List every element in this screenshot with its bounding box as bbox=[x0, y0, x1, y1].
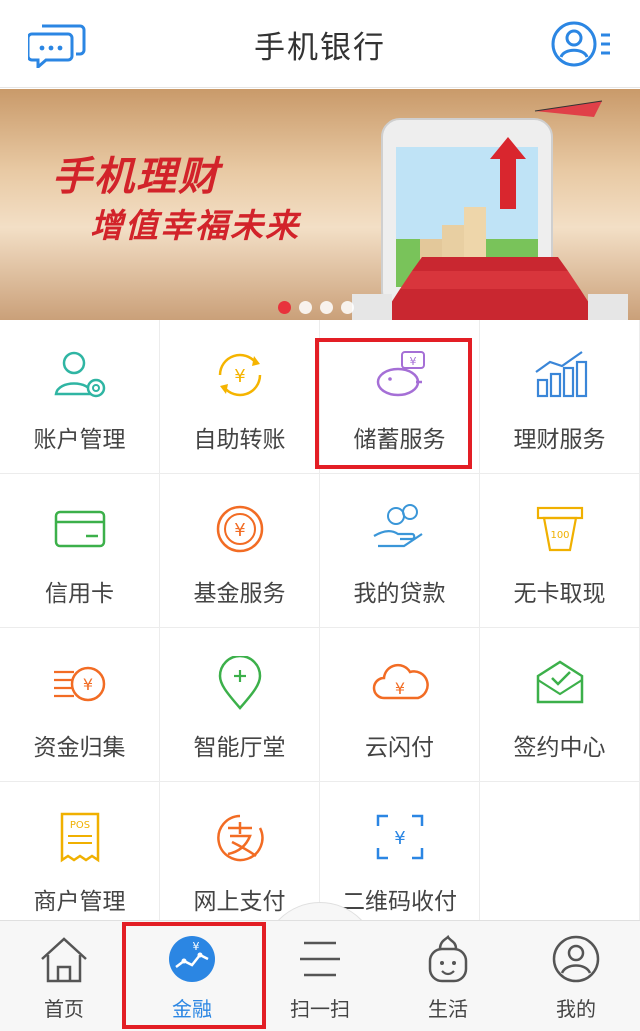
location-pin-icon bbox=[218, 656, 262, 710]
nav-scan[interactable]: 扫一扫 bbox=[256, 921, 384, 1031]
nav-label: 金融 bbox=[172, 997, 212, 1021]
qr-yuan-icon: ¥ bbox=[376, 814, 424, 860]
nav-life[interactable]: 生活 bbox=[384, 921, 512, 1031]
piggy-bank-icon: ¥ bbox=[376, 351, 425, 397]
bar-chart-icon bbox=[535, 351, 588, 398]
service-label: 云闪付 bbox=[365, 735, 434, 761]
empty-cell bbox=[480, 782, 640, 936]
envelope-check-icon bbox=[536, 660, 584, 704]
service-self-transfer[interactable]: ¥ 自助转账 bbox=[160, 320, 320, 474]
banner-dot-2[interactable] bbox=[299, 301, 312, 314]
svg-text:¥: ¥ bbox=[395, 679, 405, 698]
credit-card-icon bbox=[54, 510, 106, 548]
svg-text:¥: ¥ bbox=[234, 520, 245, 541]
service-credit-card[interactable]: 信用卡 bbox=[0, 474, 160, 628]
nav-label: 生活 bbox=[428, 997, 468, 1021]
nav-home[interactable]: 首页 bbox=[0, 921, 128, 1031]
nav-label: 扫一扫 bbox=[290, 997, 350, 1021]
service-fund[interactable]: ¥ 基金服务 bbox=[160, 474, 320, 628]
top-bar: 手机银行 bbox=[0, 0, 640, 88]
home-icon bbox=[41, 937, 87, 983]
phone-stairs-illustration bbox=[352, 100, 628, 320]
banner-subline: 增值幸福未来 bbox=[90, 206, 300, 245]
service-savings[interactable]: ¥ 储蓄服务 bbox=[320, 320, 480, 474]
service-label: 智能厅堂 bbox=[193, 735, 286, 761]
pos-receipt-icon: POS bbox=[60, 812, 100, 863]
service-label: 自助转账 bbox=[193, 427, 286, 453]
service-funds-collection[interactable]: ¥ 资金归集 bbox=[0, 628, 160, 782]
banner-dot-1[interactable] bbox=[278, 301, 291, 314]
life-face-icon bbox=[428, 935, 468, 983]
user-menu-icon[interactable] bbox=[550, 18, 616, 70]
service-label: 签约中心 bbox=[513, 735, 606, 761]
alipay-icon bbox=[217, 814, 264, 862]
svg-text:¥: ¥ bbox=[394, 828, 405, 849]
service-wealth[interactable]: 理财服务 bbox=[480, 320, 640, 474]
service-cardless-withdrawal[interactable]: 100 无卡取现 bbox=[480, 474, 640, 628]
banner-dot-4[interactable] bbox=[341, 301, 354, 314]
nav-label: 首页 bbox=[44, 997, 84, 1021]
profile-icon bbox=[552, 935, 600, 983]
service-label: 账户管理 bbox=[33, 427, 126, 453]
cash-note-icon: 100 bbox=[536, 506, 584, 552]
service-label: 我的贷款 bbox=[353, 581, 446, 607]
hand-coins-icon bbox=[373, 504, 423, 548]
svg-text:¥: ¥ bbox=[410, 355, 417, 368]
nav-label: 我的 bbox=[556, 997, 596, 1021]
nav-finance[interactable]: ¥ 金融 bbox=[128, 921, 256, 1031]
promo-banner[interactable]: 手机理财 增值幸福未来 bbox=[0, 89, 640, 320]
bottom-nav: 首页 ¥ 金融 扫一扫 生活 我的 bbox=[0, 920, 640, 1031]
service-account-management[interactable]: 账户管理 bbox=[0, 320, 160, 474]
service-merchant-management[interactable]: POS 商户管理 bbox=[0, 782, 160, 936]
yuan-transfer-icon: ¥ bbox=[218, 353, 262, 397]
service-label: 资金归集 bbox=[33, 735, 126, 761]
nav-mine[interactable]: 我的 bbox=[512, 921, 640, 1031]
svg-text:100: 100 bbox=[550, 530, 569, 541]
service-cloud-quickpass[interactable]: ¥ 云闪付 bbox=[320, 628, 480, 782]
account-settings-icon bbox=[54, 351, 106, 398]
scan-icon bbox=[300, 941, 340, 977]
cloud-pay-icon: ¥ bbox=[372, 663, 429, 700]
svg-text:¥: ¥ bbox=[83, 675, 93, 694]
service-my-loans[interactable]: 我的贷款 bbox=[320, 474, 480, 628]
service-label: 信用卡 bbox=[45, 581, 114, 607]
service-grid: 账户管理 ¥ 自助转账 ¥ 储蓄服务 理财服务 信用卡 ¥ 基金服务 我的贷款 … bbox=[0, 320, 640, 936]
service-label: 储蓄服务 bbox=[353, 427, 446, 453]
yuan-coin-icon: ¥ bbox=[216, 505, 264, 553]
service-label: 无卡取现 bbox=[513, 581, 606, 607]
svg-text:¥: ¥ bbox=[193, 940, 200, 953]
service-label: 理财服务 bbox=[513, 427, 606, 453]
service-label: 商户管理 bbox=[33, 889, 126, 915]
funds-collect-icon: ¥ bbox=[54, 666, 106, 702]
svg-text:¥: ¥ bbox=[234, 366, 245, 387]
service-label: 基金服务 bbox=[193, 581, 286, 607]
svg-text:POS: POS bbox=[70, 820, 90, 831]
banner-pagination bbox=[278, 301, 354, 314]
finance-trend-icon: ¥ bbox=[169, 936, 215, 982]
service-contract-center[interactable]: 签约中心 bbox=[480, 628, 640, 782]
banner-headline: 手机理财 bbox=[52, 154, 220, 200]
banner-dot-3[interactable] bbox=[320, 301, 333, 314]
page-title: 手机银行 bbox=[254, 30, 386, 66]
service-smart-hall[interactable]: 智能厅堂 bbox=[160, 628, 320, 782]
